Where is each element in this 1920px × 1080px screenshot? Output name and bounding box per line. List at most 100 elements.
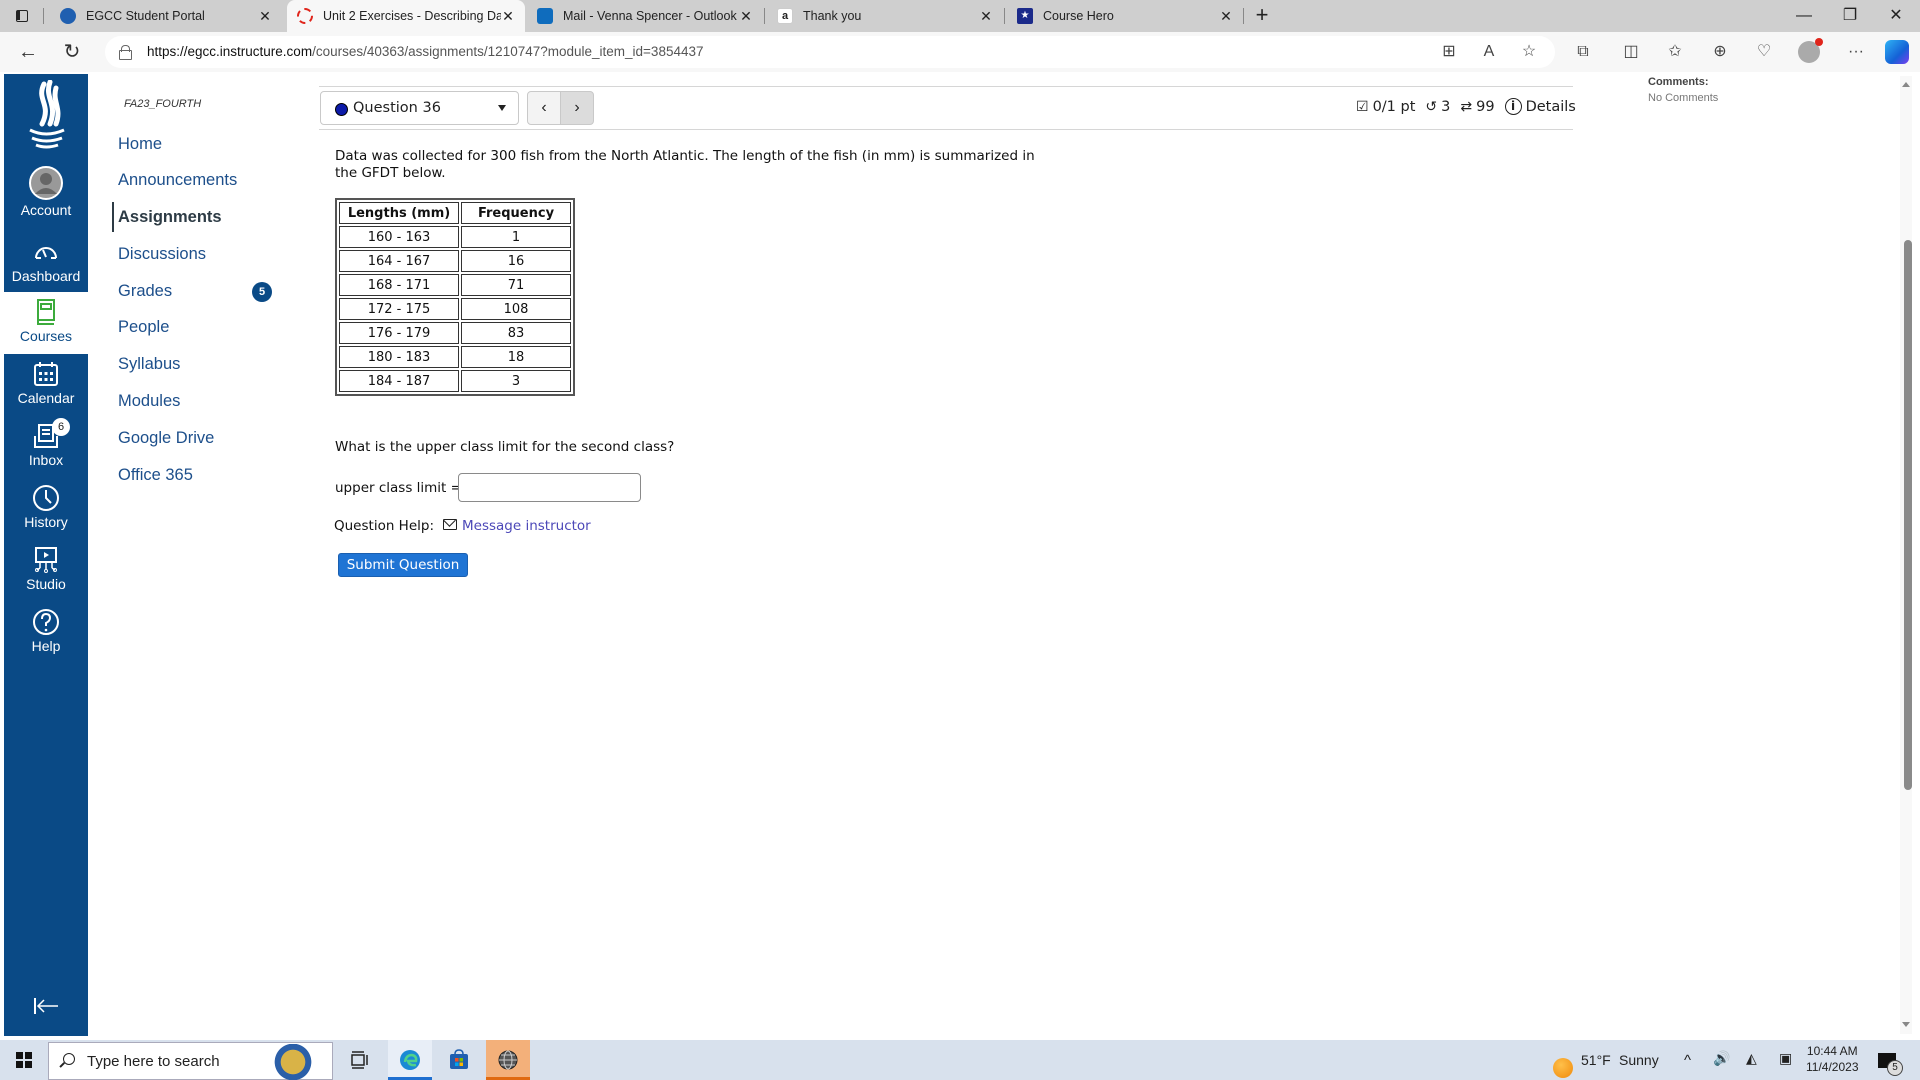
meet-now-icon[interactable]: ▣	[1779, 1050, 1792, 1067]
windows-start-icon[interactable]	[16, 1052, 32, 1068]
course-nav-syllabus[interactable]: Syllabus	[118, 349, 288, 379]
profile-avatar[interactable]	[1798, 38, 1823, 63]
close-tab-icon[interactable]: ✕	[258, 8, 272, 25]
tab-course-hero[interactable]: ★ Course Hero ✕	[1007, 0, 1243, 32]
school-logo-icon[interactable]	[22, 80, 70, 150]
submit-question-button[interactable]: Submit Question	[338, 553, 468, 577]
address-bar[interactable]: https://egcc.instructure.com/courses/403…	[105, 36, 1555, 68]
collapse-nav-icon[interactable]	[32, 996, 60, 1016]
close-tab-icon[interactable]: ✕	[979, 8, 993, 25]
network-status-icon[interactable]: ◭	[1746, 1050, 1757, 1067]
lock-icon[interactable]	[119, 45, 132, 60]
tab-title: EGCC Student Portal	[86, 9, 205, 23]
extensions-icon[interactable]: ⧉	[1571, 40, 1595, 64]
scroll-down-arrow-icon[interactable]	[1902, 1022, 1910, 1027]
new-tab-button[interactable]: +	[1250, 3, 1274, 27]
course-hero-icon: ★	[1017, 8, 1033, 24]
copilot-icon[interactable]	[1885, 40, 1909, 64]
course-nav-office-365[interactable]: Office 365	[118, 460, 288, 490]
global-nav-history[interactable]: History	[4, 484, 88, 544]
close-tab-icon[interactable]: ✕	[1219, 8, 1233, 25]
details-button[interactable]: i Details	[1504, 98, 1576, 115]
chevron-down-icon	[498, 105, 506, 111]
course-nav-modules[interactable]: Modules	[118, 386, 288, 416]
egcc-logo-icon	[60, 8, 76, 24]
global-nav-studio[interactable]: Studio	[4, 546, 88, 606]
weather-description[interactable]: Sunny	[1619, 1052, 1659, 1068]
global-nav-calendar[interactable]: Calendar	[4, 360, 88, 420]
question-status-dot-icon	[335, 103, 348, 116]
global-nav-inbox[interactable]: 6 Inbox	[4, 418, 88, 482]
task-view-button[interactable]	[338, 1040, 382, 1080]
refresh-button[interactable]: ↻	[58, 38, 86, 66]
close-tab-icon[interactable]: ✕	[501, 8, 515, 25]
tab-unit-2-exercises[interactable]: Unit 2 Exercises - Describing Data ✕	[287, 0, 525, 32]
courses-icon	[37, 299, 55, 325]
global-nav-label: Studio	[26, 576, 66, 592]
message-instructor-link[interactable]: Message instructor	[462, 518, 591, 534]
tab-egcc-student-portal[interactable]: EGCC Student Portal ✕	[50, 0, 282, 32]
course-code: FA23_FOURTH	[124, 98, 202, 110]
frequency-cell: 71	[461, 274, 571, 296]
tab-actions-icon[interactable]	[12, 6, 32, 26]
close-tab-icon[interactable]: ✕	[739, 8, 753, 25]
class-interval-cell: 160 - 163	[339, 226, 459, 248]
course-nav-home[interactable]: Home	[118, 129, 288, 159]
minimize-button[interactable]: —	[1781, 0, 1827, 32]
attempts-value: 99	[1476, 98, 1495, 115]
global-nav-help[interactable]: Help	[4, 608, 88, 668]
global-nav-dashboard[interactable]: Dashboard	[4, 238, 88, 298]
favorite-star-icon[interactable]: ☆	[1517, 40, 1541, 64]
taskbar-clock[interactable]: 10:44 AM 11/4/2023	[1806, 1043, 1859, 1075]
class-interval-cell: 184 - 187	[339, 370, 459, 392]
tab-thank-you[interactable]: a Thank you ✕	[767, 0, 1003, 32]
info-icon: i	[1504, 98, 1522, 115]
course-nav-grades[interactable]: Grades 5	[118, 276, 288, 306]
question-meta: ☑ 0/1 pt ↺ 3 ⇄ 99 i Details	[1356, 98, 1582, 115]
weather-sun-icon[interactable]	[1553, 1058, 1573, 1078]
course-nav-people[interactable]: People	[118, 312, 288, 342]
show-hidden-icons-chevron-icon[interactable]: ^	[1684, 1052, 1691, 1069]
tab-title: Course Hero	[1043, 9, 1114, 23]
favorites-icon[interactable]: ✩	[1663, 40, 1687, 64]
tab-outlook-mail[interactable]: Mail - Venna Spencer - Outlook ✕	[527, 0, 763, 32]
close-window-button[interactable]: ✕	[1873, 0, 1919, 32]
taskbar-search[interactable]: Type here to search	[48, 1042, 333, 1080]
url-text[interactable]: https://egcc.instructure.com/courses/403…	[147, 44, 704, 59]
search-highlight-image	[269, 1044, 329, 1080]
split-screen-icon[interactable]: ◫	[1619, 40, 1643, 64]
global-nav-label: Courses	[19, 328, 73, 344]
microsoft-store-icon	[450, 1049, 468, 1069]
global-nav-label: History	[24, 514, 68, 530]
course-nav-google-drive[interactable]: Google Drive	[118, 423, 288, 453]
app-available-icon[interactable]: ⊞	[1437, 40, 1461, 64]
studio-icon	[35, 547, 57, 573]
scrollbar-thumb[interactable]	[1904, 240, 1912, 790]
class-interval-cell: 164 - 167	[339, 250, 459, 272]
course-nav-announcements[interactable]: Announcements	[118, 165, 288, 195]
next-question-button[interactable]: ›	[560, 91, 594, 125]
course-nav-assignments[interactable]: Assignments	[112, 202, 282, 232]
restore-button[interactable]: ❐	[1827, 0, 1873, 32]
volume-icon[interactable]: 🔊	[1713, 1050, 1730, 1067]
more-options-icon[interactable]: ···	[1844, 40, 1868, 64]
browser-essentials-icon[interactable]: ♡	[1752, 40, 1776, 64]
collections-icon[interactable]: ⊕	[1708, 40, 1732, 64]
retry-icon: ↺	[1425, 98, 1438, 115]
global-nav-courses[interactable]: Courses	[4, 292, 88, 354]
back-button[interactable]: ←	[14, 38, 42, 66]
read-aloud-icon[interactable]: A	[1477, 40, 1501, 64]
taskbar-edge[interactable]	[388, 1040, 432, 1080]
question-selector[interactable]: Question 36	[320, 91, 519, 125]
upper-class-limit-input[interactable]	[458, 473, 641, 502]
attempts-icon: ⇄	[1460, 98, 1473, 115]
taskbar-store[interactable]	[437, 1040, 481, 1080]
global-nav-account[interactable]: Account	[4, 166, 88, 226]
scroll-up-arrow-icon[interactable]	[1902, 82, 1910, 87]
outlook-icon	[537, 8, 553, 24]
course-nav-discussions[interactable]: Discussions	[118, 239, 288, 269]
previous-question-button[interactable]: ‹	[527, 91, 561, 125]
taskbar-app-globe[interactable]	[486, 1040, 530, 1080]
retries-value: 3	[1441, 98, 1451, 115]
weather-temperature[interactable]: 51°F	[1581, 1052, 1611, 1068]
